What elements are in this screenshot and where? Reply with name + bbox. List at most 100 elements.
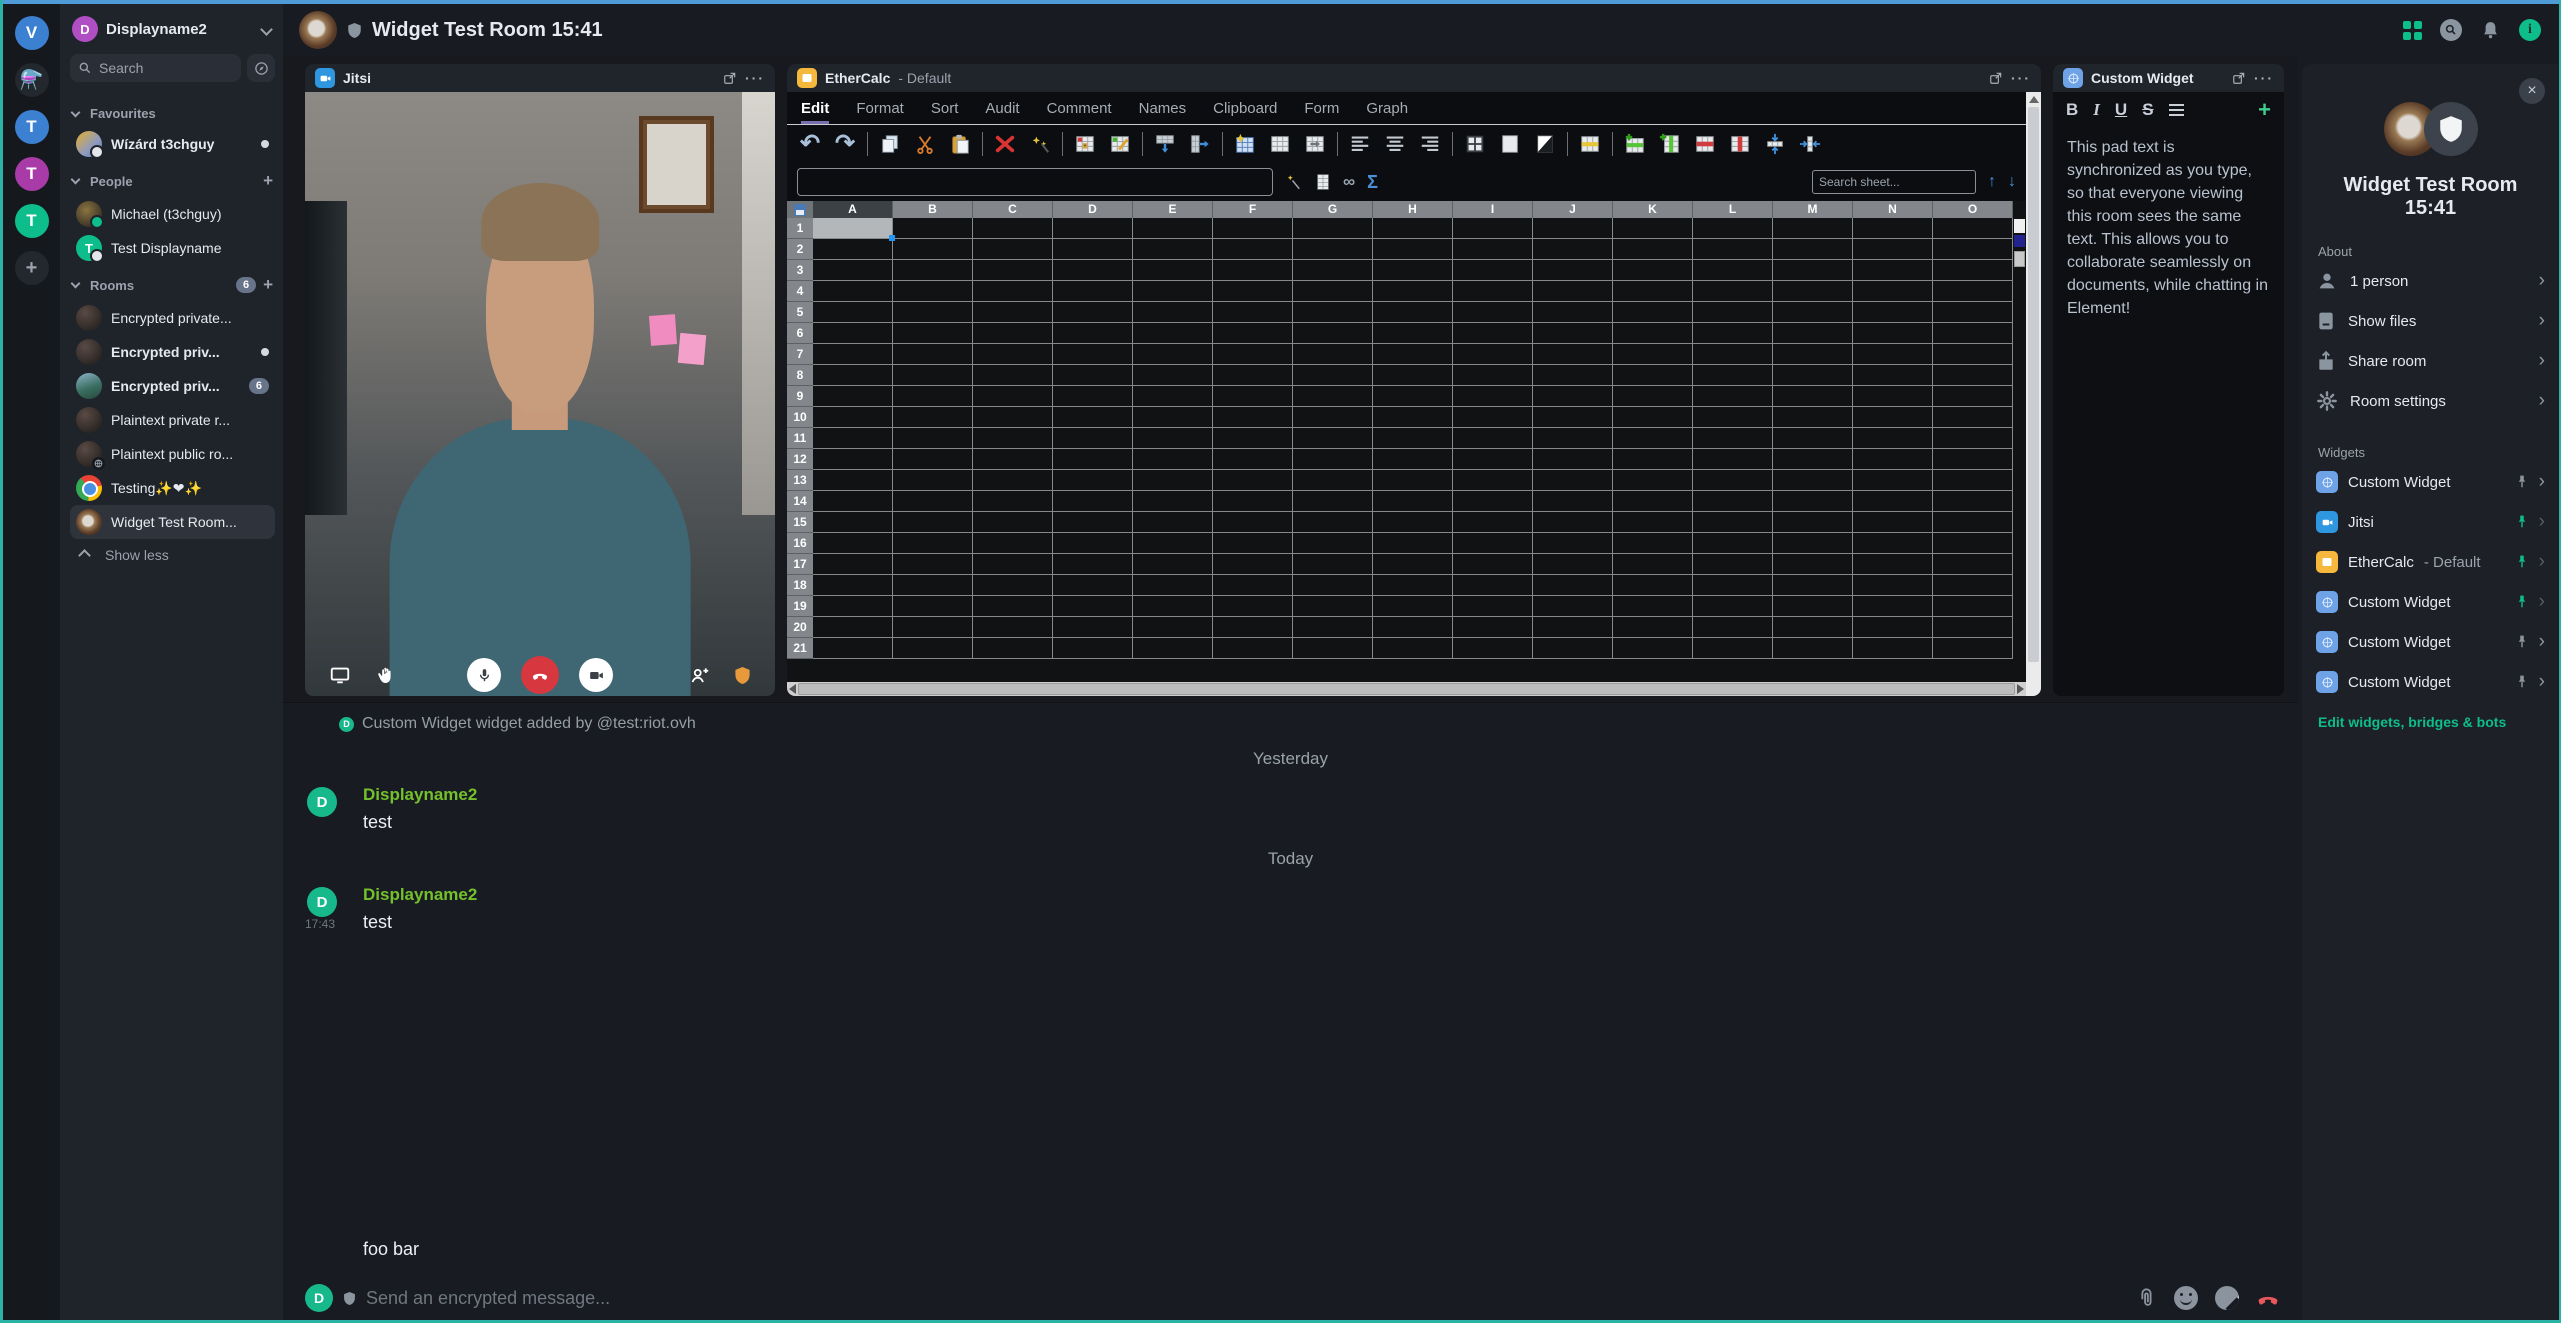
cell-J7[interactable] (1533, 344, 1613, 365)
cell-I9[interactable] (1453, 386, 1533, 407)
cell-A11[interactable] (813, 428, 893, 449)
cell-J2[interactable] (1533, 239, 1613, 260)
cell-C18[interactable] (973, 575, 1053, 596)
list-button[interactable] (2169, 104, 2184, 116)
widget-row-jitsi[interactable]: Jitsi › (2316, 502, 2545, 542)
cell-J12[interactable] (1533, 449, 1613, 470)
add-room-button[interactable]: + (263, 275, 273, 295)
cell-J15[interactable] (1533, 512, 1613, 533)
cell-K21[interactable] (1613, 638, 1693, 659)
row-header-9[interactable]: 9 (787, 386, 813, 407)
cell-K18[interactable] (1613, 575, 1693, 596)
cell-G19[interactable] (1293, 596, 1373, 617)
cell-D13[interactable] (1053, 470, 1133, 491)
column-header-B[interactable]: B (893, 201, 973, 218)
cell-M12[interactable] (1773, 449, 1853, 470)
cell-D15[interactable] (1053, 512, 1133, 533)
cell-D21[interactable] (1053, 638, 1133, 659)
cell-C8[interactable] (973, 365, 1053, 386)
cell-D3[interactable] (1053, 260, 1133, 281)
cell-L14[interactable] (1693, 491, 1773, 512)
panel-item-people[interactable]: 1 person › (2316, 261, 2545, 301)
cell-H20[interactable] (1373, 617, 1453, 638)
cell-J20[interactable] (1533, 617, 1613, 638)
row-header-1[interactable]: 1 (787, 218, 813, 239)
tab-sort[interactable]: Sort (931, 100, 959, 124)
cell-H8[interactable] (1373, 365, 1453, 386)
cell-F15[interactable] (1213, 512, 1293, 533)
cell-H11[interactable] (1373, 428, 1453, 449)
cell-D17[interactable] (1053, 554, 1133, 575)
cell-M21[interactable] (1773, 638, 1853, 659)
message-composer[interactable]: D Send an encrypted message... (283, 1276, 2298, 1320)
fit-columns-icon[interactable] (1797, 131, 1823, 157)
cell-C1[interactable] (973, 218, 1053, 239)
room-item-wizard[interactable]: Wízárd t3chguy (70, 127, 275, 161)
cell-B20[interactable] (893, 617, 973, 638)
cell-L1[interactable] (1693, 218, 1773, 239)
cell-G20[interactable] (1293, 617, 1373, 638)
cell-K6[interactable] (1613, 323, 1693, 344)
search-up-icon[interactable]: ↑ (1988, 173, 1996, 191)
cell-E4[interactable] (1133, 281, 1213, 302)
cell-N1[interactable] (1853, 218, 1933, 239)
delete-icon[interactable] (992, 131, 1018, 157)
cell-I16[interactable] (1453, 533, 1533, 554)
cell-L4[interactable] (1693, 281, 1773, 302)
cell-M10[interactable] (1773, 407, 1853, 428)
tab-clipboard[interactable]: Clipboard (1213, 100, 1277, 124)
hangup-call-button[interactable] (521, 656, 559, 694)
cell-I20[interactable] (1453, 617, 1533, 638)
cell-G4[interactable] (1293, 281, 1373, 302)
cell-H13[interactable] (1373, 470, 1453, 491)
cell-O12[interactable] (1933, 449, 2013, 470)
align-left-icon[interactable] (1347, 131, 1373, 157)
cell-K8[interactable] (1613, 365, 1693, 386)
underline-button[interactable]: U (2115, 100, 2127, 120)
cell-F2[interactable] (1213, 239, 1293, 260)
cell-A9[interactable] (813, 386, 893, 407)
popout-icon[interactable] (1989, 71, 2003, 85)
row-header-10[interactable]: 10 (787, 407, 813, 428)
room-item-test-displayname[interactable]: T Test Displayname (70, 231, 275, 265)
widget-vertical-scrollbar[interactable] (2026, 92, 2041, 696)
avatar[interactable]: D (307, 787, 337, 817)
cell-J11[interactable] (1533, 428, 1613, 449)
cell-I13[interactable] (1453, 470, 1533, 491)
cell-N8[interactable] (1853, 365, 1933, 386)
cell-G17[interactable] (1293, 554, 1373, 575)
cell-I19[interactable] (1453, 596, 1533, 617)
message[interactable]: D Displayname2 test (283, 785, 2298, 833)
cell-A21[interactable] (813, 638, 893, 659)
cell-B1[interactable] (893, 218, 973, 239)
cell-B17[interactable] (893, 554, 973, 575)
popout-icon[interactable] (2232, 71, 2246, 85)
cell-B2[interactable] (893, 239, 973, 260)
cell-A14[interactable] (813, 491, 893, 512)
cell-E18[interactable] (1133, 575, 1213, 596)
insert-row-icon[interactable] (1152, 131, 1178, 157)
cell-K7[interactable] (1613, 344, 1693, 365)
cell-B7[interactable] (893, 344, 973, 365)
cell-K9[interactable] (1613, 386, 1693, 407)
column-header-C[interactable]: C (973, 201, 1053, 218)
cell-O17[interactable] (1933, 554, 2013, 575)
row-header-13[interactable]: 13 (787, 470, 813, 491)
cell-M15[interactable] (1773, 512, 1853, 533)
cell-H12[interactable] (1373, 449, 1453, 470)
pad-text[interactable]: This pad text is synchronized as you typ… (2053, 128, 2284, 328)
avatar[interactable]: D (307, 887, 337, 917)
cell-M9[interactable] (1773, 386, 1853, 407)
cell-O3[interactable] (1933, 260, 2013, 281)
cell-N9[interactable] (1853, 386, 1933, 407)
cell-A6[interactable] (813, 323, 893, 344)
cell-N13[interactable] (1853, 470, 1933, 491)
tab-format[interactable]: Format (856, 100, 904, 124)
room-item[interactable]: Plaintext public ro... (70, 437, 275, 471)
cell-F20[interactable] (1213, 617, 1293, 638)
cell-O19[interactable] (1933, 596, 2013, 617)
cell-E20[interactable] (1133, 617, 1213, 638)
sheet-vertical-scrollbar[interactable] (2013, 218, 2026, 682)
cell-N20[interactable] (1853, 617, 1933, 638)
cell-O6[interactable] (1933, 323, 2013, 344)
